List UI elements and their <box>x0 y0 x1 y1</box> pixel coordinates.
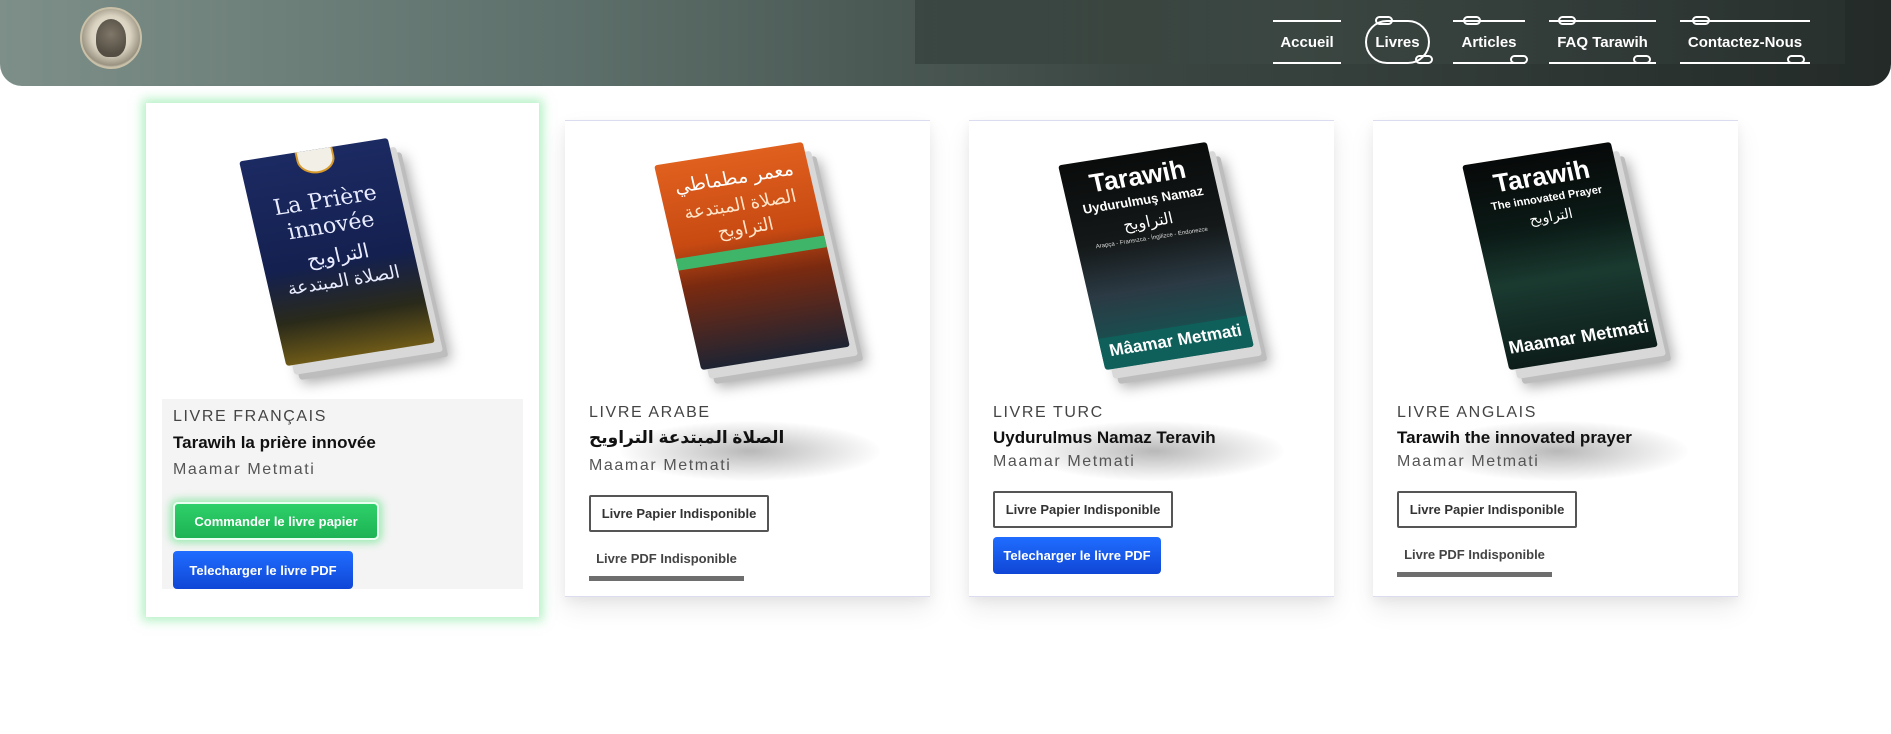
nav-faq-pill-top <box>1558 16 1576 25</box>
cover-seal-icon <box>293 140 338 177</box>
nav-articles-label: Articles <box>1461 33 1517 51</box>
paper-book-unavailable-button[interactable]: Livre Papier Indisponible <box>993 491 1173 528</box>
book-category: LIVRE FRANÇAIS <box>173 408 327 425</box>
book-title: الصلاة المبتدعة التراويح <box>589 428 785 447</box>
book-card-turc[interactable]: Tarawih Uydurulmuş Namaz التراويح Arapça… <box>969 120 1334 597</box>
pdf-unavailable-button[interactable]: Livre PDF Indisponible <box>1397 537 1552 571</box>
nav-livres-pill-bottom <box>1415 55 1433 64</box>
pdf-unavailable-underline <box>1397 572 1552 577</box>
book-category: LIVRE TURC <box>993 404 1104 421</box>
nav-accueil-label: Accueil <box>1280 33 1334 51</box>
book-cover-francais[interactable]: La Prière innovée التراويح الصلاة المبتد… <box>239 137 435 367</box>
book-title: Uydurulmus Namaz Teravih <box>993 428 1216 447</box>
paper-book-unavailable-label: Livre Papier Indisponible <box>601 506 757 521</box>
nav-contact-pill-top <box>1692 16 1710 25</box>
nav-articles-pill-bottom <box>1510 55 1528 64</box>
order-paper-book-label: Commander le livre papier <box>194 513 358 529</box>
download-pdf-label: Telecharger le livre PDF <box>189 562 337 578</box>
nav-faq-pill-bottom <box>1633 55 1651 64</box>
book-author: Maamar Metmati <box>1397 453 1540 470</box>
book-category: LIVRE ARABE <box>589 404 711 421</box>
book-author: Maamar Metmati <box>173 461 316 478</box>
nav-articles-pill-top <box>1463 16 1481 25</box>
nav-contact-pill-bottom <box>1787 55 1805 64</box>
pdf-unavailable-button[interactable]: Livre PDF Indisponible <box>589 541 744 575</box>
book-card-arabe[interactable]: معمر مطماطي الصلاة المبتدعة التراويح LIV… <box>565 120 930 597</box>
paper-book-unavailable-label: Livre Papier Indisponible <box>1005 502 1161 517</box>
pdf-unavailable-underline <box>589 576 744 581</box>
mosque-seal-logo-icon <box>96 19 126 57</box>
download-pdf-button[interactable]: Telecharger le livre PDF <box>173 551 353 589</box>
order-paper-book-button[interactable]: Commander le livre papier <box>173 502 379 540</box>
pdf-unavailable-label: Livre PDF Indisponible <box>1404 546 1545 562</box>
pdf-unavailable-label: Livre PDF Indisponible <box>596 550 737 566</box>
nav-livres-pill-top <box>1375 16 1393 25</box>
book-cover-arabe[interactable]: معمر مطماطي الصلاة المبتدعة التراويح <box>654 141 850 371</box>
nav-livres-label: Livres <box>1375 33 1420 51</box>
nav-contactez-nous-label: Contactez-Nous <box>1687 33 1803 51</box>
book-cover-turc[interactable]: Tarawih Uydurulmuş Namaz التراويح Arapça… <box>1058 141 1254 371</box>
download-pdf-label: Telecharger le livre PDF <box>1003 548 1151 563</box>
book-title: Tarawih the innovated prayer <box>1397 428 1632 447</box>
paper-book-unavailable-label: Livre Papier Indisponible <box>1409 502 1565 517</box>
book-author: Maamar Metmati <box>589 457 732 474</box>
book-cover-anglais[interactable]: Tarawih The innovated Prayer التراويح Ma… <box>1462 141 1658 371</box>
book-author: Maamar Metmati <box>993 453 1136 470</box>
paper-book-unavailable-button[interactable]: Livre Papier Indisponible <box>1397 491 1577 528</box>
download-pdf-button[interactable]: Telecharger le livre PDF <box>993 537 1161 574</box>
site-header: Accueil Livres Articles FAQ Tarawih Cont… <box>0 0 1891 86</box>
book-card-anglais[interactable]: Tarawih The innovated Prayer التراويح Ma… <box>1373 120 1738 597</box>
nav-accueil[interactable]: Accueil <box>1273 20 1341 64</box>
site-logo[interactable] <box>80 7 142 69</box>
book-card-francais[interactable]: La Prière innovée التراويح الصلاة المبتد… <box>146 103 539 617</box>
book-title: Tarawih la prière innovée <box>173 433 376 452</box>
cover-text-line-4: Maamar Metmati <box>1506 316 1651 358</box>
book-category: LIVRE ANGLAIS <box>1397 404 1537 421</box>
nav-faq-tarawih-label: FAQ Tarawih <box>1557 33 1648 51</box>
paper-book-unavailable-button[interactable]: Livre Papier Indisponible <box>589 495 769 532</box>
